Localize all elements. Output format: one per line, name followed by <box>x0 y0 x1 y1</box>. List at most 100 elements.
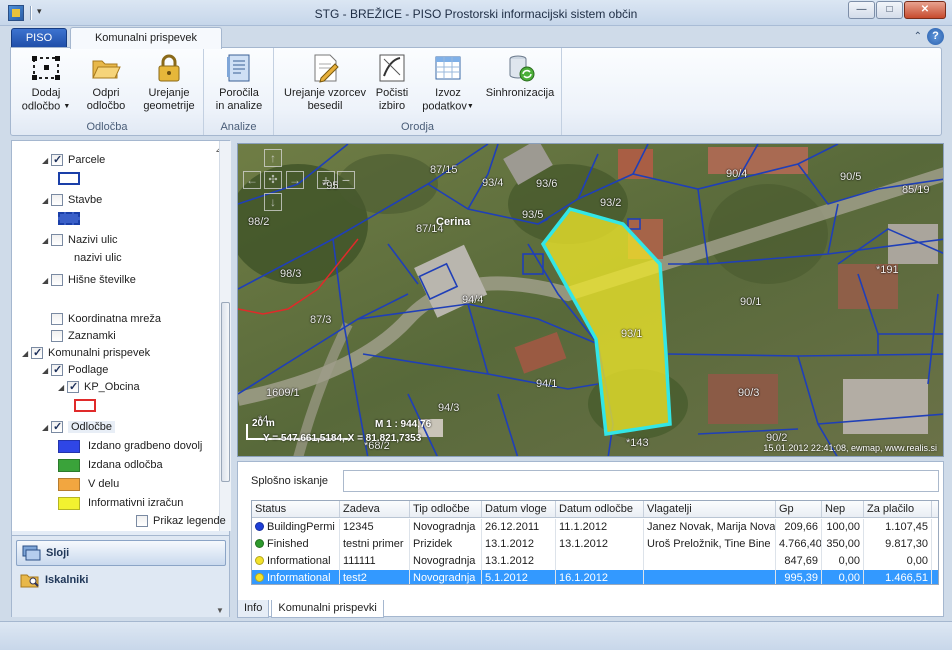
column-header[interactable]: Vlagatelji <box>644 501 776 517</box>
export-data-button[interactable]: Izvoz podatkov▼ <box>416 52 480 113</box>
layer-checkbox[interactable] <box>51 313 63 325</box>
layer-tree-item[interactable]: Koordinatna mreža <box>42 311 161 327</box>
layer-symbol <box>74 398 96 412</box>
ribbon-group-odlocba: Dodaj odločbo ▼ Odpri odločbo Urejanje g… <box>11 48 204 135</box>
layer-checkbox[interactable] <box>31 346 43 359</box>
nav-search-button[interactable]: Iskalniki <box>16 567 226 593</box>
table-row[interactable]: BuildingPermi 12345 Novogradnja 26.12.2011 1… <box>252 519 938 536</box>
table-cell-gp: 995,39 <box>776 570 822 584</box>
layer-tree-item[interactable]: ◢ Podlage <box>42 362 108 378</box>
layer-checkbox[interactable] <box>51 274 63 286</box>
table-cell-zadeva: 111111 <box>340 553 410 570</box>
expand-triangle-icon[interactable]: ◢ <box>42 423 51 432</box>
layer-tree-item[interactable]: ◢ Hišne številke <box>42 272 136 288</box>
open-decision-button[interactable]: Odpri odločbo <box>77 52 135 113</box>
layer-checkbox[interactable] <box>51 234 63 246</box>
tab-komunalni-prispevki[interactable]: Komunalni prispevki <box>271 600 384 618</box>
edit-geometry-button[interactable]: Urejanje geometrije <box>135 52 203 113</box>
edit-templates-button[interactable]: Urejanje vzorcev besedil <box>278 52 372 113</box>
layer-checkbox[interactable] <box>67 380 79 393</box>
scrollbar-thumb[interactable] <box>221 302 230 482</box>
table-cell-text: 13.1.2012 <box>485 538 534 550</box>
column-header[interactable]: Nep <box>822 501 864 517</box>
expand-triangle-icon[interactable]: ◢ <box>42 156 51 165</box>
expand-triangle-icon[interactable]: ◢ <box>22 349 31 358</box>
table-cell-text: Novogradnja <box>413 572 476 584</box>
help-icon[interactable]: ? <box>927 28 944 45</box>
tab-piso[interactable]: PISO <box>11 28 67 48</box>
layer-checkbox[interactable] <box>51 194 63 206</box>
search-input[interactable] <box>343 470 939 492</box>
legend-toggle-checkbox[interactable] <box>136 515 148 527</box>
layer-tree-item[interactable]: ◢ Stavbe <box>42 192 102 208</box>
layer-tree-item[interactable]: ◢ Odločbe <box>42 419 115 435</box>
table-cell-text: Uroš Preložnik, Tine Bine <box>647 538 771 550</box>
close-button[interactable]: ✕ <box>904 1 946 19</box>
layer-checkbox[interactable] <box>51 363 63 376</box>
column-header[interactable]: Datum vloge <box>482 501 556 517</box>
map-canvas[interactable] <box>238 144 944 457</box>
column-header[interactable]: Za plačilo <box>864 501 932 517</box>
layer-label: KP_Obcina <box>84 381 140 393</box>
layer-label: nazivi ulic <box>74 252 122 264</box>
column-header[interactable]: Zadeva <box>340 501 410 517</box>
expand-triangle-icon[interactable]: ◢ <box>58 383 67 392</box>
layer-tree-item[interactable]: ◢ Parcele <box>42 152 105 168</box>
column-header[interactable]: Tip odločbe <box>410 501 482 517</box>
layer-tree-item[interactable]: ◢ Nazivi ulic <box>42 232 118 248</box>
layer-label: Komunalni prispevek <box>48 347 151 359</box>
layer-tree-item[interactable]: ◢ KP_Obcina <box>58 379 140 395</box>
minimize-button[interactable]: — <box>848 1 875 19</box>
pan-down-button[interactable]: ↓ <box>264 193 282 211</box>
table-cell-nep: 0,00 <box>822 570 864 584</box>
expand-triangle-icon[interactable]: ◢ <box>42 276 51 285</box>
table-cell-odlocba: 16.1.2012 <box>556 570 644 584</box>
table-cell-odlocba: 13.1.2012 <box>556 536 644 553</box>
layer-tree-item: Izdana odločba <box>58 457 163 473</box>
table-row[interactable]: Informational 111111 Novogradnja 13.1.2012 8… <box>252 553 938 570</box>
clear-selection-button[interactable]: Počisti izbiro <box>371 52 413 113</box>
pan-right-button[interactable]: → <box>286 171 304 189</box>
pan-center-button[interactable]: ✣ <box>264 171 282 189</box>
minimize-ribbon-icon[interactable]: ⌃ <box>914 31 922 42</box>
layer-checkbox[interactable] <box>51 153 63 166</box>
parcel-label: *143 <box>626 437 649 449</box>
tab-komunalni-prispevek[interactable]: Komunalni prispevek <box>70 27 222 49</box>
layer-checkbox[interactable] <box>51 420 63 433</box>
add-decision-button[interactable]: Dodaj odločbo ▼ <box>15 52 77 113</box>
parcel-label: 98/2 <box>248 216 270 228</box>
zoom-in-button[interactable]: + <box>317 171 335 189</box>
tab-info[interactable]: Info <box>237 600 270 618</box>
layer-label: Hišne številke <box>68 274 136 286</box>
layer-tree: ◢ Parcele ◢ Stavbe ◢ Nazivi ulic nazivi ulic ◢ H… <box>12 141 219 531</box>
maximize-button[interactable]: □ <box>876 1 903 19</box>
table-cell-text: 13.1.2012 <box>485 555 534 567</box>
layer-tree-item[interactable]: ◢ Komunalni prispevek <box>22 345 150 361</box>
layer-checkbox[interactable] <box>51 330 63 342</box>
nav-layers-button[interactable]: Sloji <box>16 540 226 566</box>
expand-triangle-icon[interactable]: ◢ <box>42 196 51 205</box>
parcel-label: 93/1 <box>621 328 643 340</box>
layer-tree-scrollbar[interactable] <box>219 141 231 531</box>
nav-more-icon[interactable]: ▼ <box>216 606 224 615</box>
column-header[interactable]: Datum odločbe <box>556 501 644 517</box>
table-cell-text: Novogradnja <box>413 521 476 533</box>
legend-toggle[interactable]: Prikaz legende <box>136 515 226 527</box>
zoom-out-button[interactable]: − <box>337 171 355 189</box>
map-view[interactable]: 87/15 93/4 93/6 93/2 90/4 90/5 85/19 98/2 93/5 87… <box>237 143 944 457</box>
column-header[interactable]: Status <box>252 501 340 517</box>
layer-label: Izdana odločba <box>88 459 163 471</box>
column-header[interactable]: Gp <box>776 501 822 517</box>
sync-button[interactable]: Sinhronizacija <box>480 52 560 100</box>
legend-swatch <box>58 477 80 491</box>
reports-button[interactable]: Poročila in analize <box>206 52 272 113</box>
pan-up-button[interactable]: ↑ <box>264 149 282 167</box>
layer-tree-item <box>58 210 88 226</box>
expand-triangle-icon[interactable]: ◢ <box>42 366 51 375</box>
table-row[interactable]: Finished testni primer Prizidek 13.1.2012 13… <box>252 536 938 553</box>
layer-tree-item[interactable]: Zaznamki <box>42 328 116 344</box>
expand-triangle-icon[interactable]: ◢ <box>42 236 51 245</box>
table-row[interactable]: Informational test2 Novogradnja 5.1.2012 16.… <box>252 570 938 584</box>
table-cell-text: Janez Novak, Marija Nova <box>647 521 776 533</box>
pan-left-button[interactable]: ← <box>243 171 261 189</box>
